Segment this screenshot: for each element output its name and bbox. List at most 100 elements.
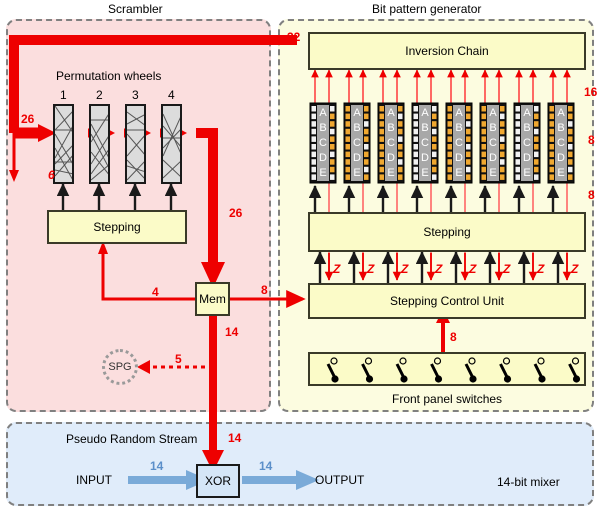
- svg-text:E: E: [421, 167, 428, 179]
- svg-text:D: D: [557, 152, 565, 164]
- wheel-number-1: 1: [60, 88, 67, 102]
- scrambler-stepping-box[interactable]: Stepping: [47, 210, 187, 244]
- wheel-number-4: 4: [168, 88, 175, 102]
- xor-label: XOR: [204, 474, 231, 488]
- label-key-width: 14: [228, 431, 242, 445]
- stepping-control-unit-label: Stepping Control Unit: [389, 294, 505, 308]
- svg-text:E: E: [523, 167, 530, 179]
- bit-pattern-unit[interactable]: ABCDE: [377, 102, 405, 184]
- permutation-wheel-1[interactable]: [53, 104, 74, 184]
- xor-box[interactable]: XOR: [196, 464, 240, 498]
- label-unit-out-width: 8: [588, 133, 595, 147]
- mem-label: Mem: [199, 292, 226, 306]
- svg-text:C: C: [489, 137, 497, 149]
- svg-text:B: B: [489, 122, 496, 134]
- label-mem-down-width: 14: [225, 325, 239, 339]
- z-label: Z: [571, 262, 579, 276]
- svg-text:A: A: [523, 107, 531, 119]
- wheel-number-2: 2: [96, 88, 103, 102]
- svg-text:C: C: [523, 137, 531, 149]
- z-label: Z: [333, 262, 341, 276]
- svg-text:A: A: [353, 107, 361, 119]
- svg-text:A: A: [455, 107, 463, 119]
- z-label: Z: [367, 262, 375, 276]
- svg-text:C: C: [319, 137, 327, 149]
- bit-pattern-unit[interactable]: ABCDE: [411, 102, 439, 184]
- svg-text:D: D: [523, 152, 531, 164]
- svg-text:E: E: [557, 167, 564, 179]
- svg-text:C: C: [421, 137, 429, 149]
- svg-text:D: D: [421, 152, 429, 164]
- svg-text:C: C: [557, 137, 565, 149]
- z-label: Z: [469, 262, 477, 276]
- svg-text:B: B: [455, 122, 462, 134]
- svg-text:E: E: [387, 167, 394, 179]
- label-mem-out-width: 8: [261, 283, 268, 297]
- bit-pattern-unit[interactable]: ABCDE: [309, 102, 337, 184]
- z-label: Z: [435, 262, 443, 276]
- inversion-chain-label: Inversion Chain: [405, 44, 489, 58]
- svg-text:A: A: [421, 107, 429, 119]
- label-output-width: 14: [259, 459, 273, 473]
- diagram-canvas: Scrambler Bit pattern generator 14-bit m…: [0, 0, 600, 512]
- svg-text:B: B: [387, 122, 394, 134]
- svg-text:C: C: [387, 137, 395, 149]
- wheel-number-3: 3: [132, 88, 139, 102]
- svg-text:E: E: [319, 167, 326, 179]
- label-feedback-width: 26: [229, 206, 243, 220]
- label-input-width: 14: [150, 459, 164, 473]
- svg-text:B: B: [353, 122, 360, 134]
- svg-text:D: D: [387, 152, 395, 164]
- bit-pattern-unit[interactable]: ABCDE: [445, 102, 473, 184]
- label-input-width: 26: [21, 112, 35, 126]
- svg-text:B: B: [421, 122, 428, 134]
- svg-text:B: B: [557, 122, 564, 134]
- svg-text:E: E: [353, 167, 360, 179]
- input-label: INPUT: [76, 473, 112, 487]
- svg-text:C: C: [455, 137, 463, 149]
- bpg-stepping-label: Stepping: [423, 225, 471, 239]
- label-chain-in-width: 32: [287, 30, 301, 44]
- svg-text:D: D: [455, 152, 463, 164]
- svg-text:C: C: [353, 137, 361, 149]
- svg-text:A: A: [557, 107, 565, 119]
- bit-pattern-unit[interactable]: ABCDE: [513, 102, 541, 184]
- permutation-wheel-2[interactable]: [89, 104, 110, 184]
- svg-text:E: E: [455, 167, 462, 179]
- svg-text:E: E: [489, 167, 496, 179]
- label-unit-in-width: 8: [588, 188, 595, 202]
- label-spg-width: 5: [175, 352, 182, 366]
- svg-text:B: B: [523, 122, 530, 134]
- pseudo-random-stream-label: Pseudo Random Stream: [66, 432, 198, 446]
- front-panel-label: Front panel switches: [392, 392, 503, 406]
- bit-pattern-unit[interactable]: ABCDE: [479, 102, 507, 184]
- label-stepping-feedback-width: 4: [152, 285, 159, 299]
- spg-node[interactable]: SPG: [102, 349, 138, 385]
- inversion-chain-box[interactable]: Inversion Chain: [308, 32, 586, 70]
- bit-pattern-unit[interactable]: ABCDE: [343, 102, 371, 184]
- svg-text:D: D: [353, 152, 361, 164]
- bit-pattern-unit[interactable]: ABCDE: [547, 102, 575, 184]
- stepping-control-unit-box[interactable]: Stepping Control Unit: [308, 283, 586, 319]
- svg-text:A: A: [319, 107, 327, 119]
- front-panel-switches-box[interactable]: [308, 352, 586, 386]
- z-label: Z: [503, 262, 511, 276]
- label-chain-out-width: 16: [584, 85, 598, 99]
- scrambler-stepping-label: Stepping: [93, 220, 141, 234]
- output-label: OUTPUT: [315, 473, 365, 487]
- label-switches-width: 8: [450, 330, 457, 344]
- permutation-wheel-4[interactable]: [161, 104, 182, 184]
- svg-text:B: B: [319, 122, 326, 134]
- svg-text:A: A: [489, 107, 497, 119]
- z-label: Z: [537, 262, 545, 276]
- svg-text:A: A: [387, 107, 395, 119]
- mem-box[interactable]: Mem: [195, 282, 230, 316]
- bpg-stepping-box[interactable]: Stepping: [308, 212, 586, 252]
- z-label: Z: [401, 262, 409, 276]
- permutation-wheels-caption: Permutation wheels: [56, 69, 162, 83]
- spg-label: SPG: [108, 361, 132, 373]
- svg-text:D: D: [489, 152, 497, 164]
- label-drop-width: 6: [48, 168, 55, 182]
- svg-text:D: D: [319, 152, 327, 164]
- permutation-wheel-3[interactable]: [125, 104, 146, 184]
